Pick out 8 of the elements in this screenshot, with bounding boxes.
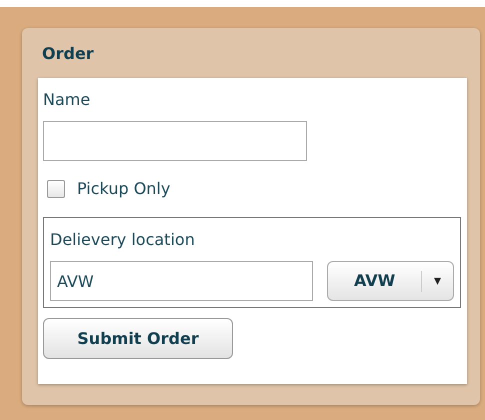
field-label: Name bbox=[43, 89, 90, 111]
pickup-checkbox[interactable]: Pickup Only bbox=[47, 177, 170, 201]
location-field[interactable]: AVW bbox=[50, 261, 314, 301]
fieldset-legend: Delievery location bbox=[50, 228, 454, 252]
location-select[interactable]: AVW ▾ bbox=[327, 261, 454, 301]
submit-button[interactable]: Submit Order bbox=[43, 318, 233, 359]
name-field[interactable] bbox=[43, 121, 307, 161]
panel-title: Order bbox=[42, 43, 95, 65]
